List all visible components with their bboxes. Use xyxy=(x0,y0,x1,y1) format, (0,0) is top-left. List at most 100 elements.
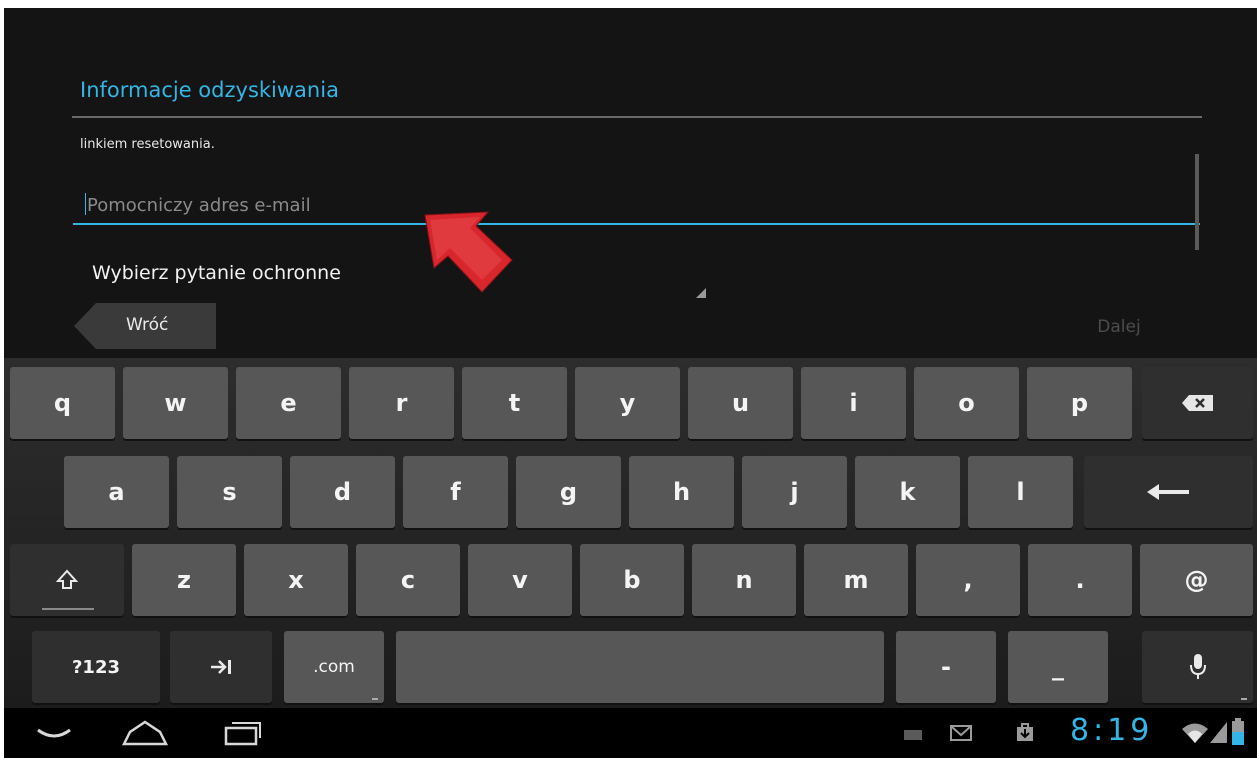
key-r[interactable]: r xyxy=(349,367,454,439)
key-label: w xyxy=(164,389,187,417)
key-label: s xyxy=(222,478,237,506)
key-label: c xyxy=(400,566,416,594)
key-label: l xyxy=(1016,478,1025,506)
key-l[interactable]: l xyxy=(968,456,1073,528)
voice-input-key[interactable] xyxy=(1142,631,1253,703)
backspace-icon xyxy=(1181,395,1213,411)
page-title: Informacje odzyskiwania xyxy=(80,78,339,102)
key-label: i xyxy=(849,389,858,417)
shift-icon xyxy=(55,569,79,589)
more-options-mark xyxy=(372,698,378,700)
pointer-arrow-icon xyxy=(424,211,513,293)
gmail-icon xyxy=(950,725,972,741)
shift-underline xyxy=(42,608,94,610)
key-v[interactable]: v xyxy=(468,544,572,616)
key-p[interactable]: p xyxy=(1027,367,1132,439)
back-button-label: Wróć xyxy=(126,315,169,335)
enter-icon xyxy=(1146,484,1189,500)
key-label: d xyxy=(333,478,352,506)
key-label: q xyxy=(53,389,72,417)
next-button[interactable]: Dalej xyxy=(1064,306,1174,348)
secondary-email-field[interactable] xyxy=(73,185,1200,225)
secondary-email-input[interactable] xyxy=(87,191,987,219)
wifi-icon xyxy=(1182,723,1208,743)
key-o[interactable]: o xyxy=(914,367,1019,439)
key-a[interactable]: a xyxy=(64,456,169,528)
key-g[interactable]: g xyxy=(516,456,621,528)
battery-icon xyxy=(1232,718,1244,745)
key-at[interactable]: @ xyxy=(1140,544,1253,616)
key-d[interactable]: d xyxy=(290,456,395,528)
backspace-key[interactable] xyxy=(1142,367,1253,439)
key-n[interactable]: n xyxy=(692,544,796,616)
key-u[interactable]: u xyxy=(688,367,793,439)
key-label: , xyxy=(963,566,973,594)
key-k[interactable]: k xyxy=(855,456,960,528)
key-b[interactable]: b xyxy=(580,544,684,616)
dropdown-indicator-icon[interactable] xyxy=(696,288,706,298)
key-label: r xyxy=(395,389,408,417)
key-label: - xyxy=(941,653,951,681)
key-label: _ xyxy=(1052,653,1064,681)
key-label: v xyxy=(512,566,528,594)
key-t[interactable]: t xyxy=(462,367,567,439)
key-h[interactable]: h xyxy=(629,456,734,528)
key-label: g xyxy=(559,478,578,506)
recent-apps-icon[interactable] xyxy=(218,718,262,748)
title-divider xyxy=(72,116,1202,118)
key-s[interactable]: s xyxy=(177,456,282,528)
key-c[interactable]: c xyxy=(356,544,460,616)
key-label: z xyxy=(177,566,191,594)
keyboard-status-icon xyxy=(904,730,922,740)
key-label: j xyxy=(790,478,799,506)
key-label: ?123 xyxy=(71,656,120,678)
download-icon xyxy=(1017,723,1033,741)
key-x[interactable]: x xyxy=(244,544,348,616)
more-options-mark xyxy=(1241,698,1247,700)
key-z[interactable]: z xyxy=(132,544,236,616)
key-label: k xyxy=(899,478,916,506)
key-m[interactable]: m xyxy=(804,544,908,616)
security-question-label[interactable]: Wybierz pytanie ochronne xyxy=(92,262,341,284)
on-screen-keyboard: q w e r t y u i o p a s d f g h j k l z … xyxy=(4,358,1257,708)
key-label: t xyxy=(508,389,521,417)
key-e[interactable]: e xyxy=(236,367,341,439)
key-label: @ xyxy=(1184,566,1209,594)
shift-key[interactable] xyxy=(10,544,124,616)
signal-icon xyxy=(1210,722,1227,743)
spacebar[interactable] xyxy=(396,631,884,703)
system-navigation-bar: 8:19 xyxy=(4,708,1257,758)
status-clock: 8:19 xyxy=(1070,713,1154,748)
tab-icon xyxy=(211,660,231,674)
helper-text: linkiem resetowania. xyxy=(80,137,215,152)
back-nav-icon[interactable] xyxy=(34,718,74,748)
tab-key[interactable] xyxy=(170,631,272,703)
enter-key[interactable] xyxy=(1084,456,1253,528)
key-label: o xyxy=(958,389,975,417)
key-y[interactable]: y xyxy=(575,367,680,439)
key-label: x xyxy=(288,566,304,594)
recovery-info-screen: Informacje odzyskiwania linkiem resetowa… xyxy=(4,8,1257,358)
symbols-key[interactable]: ?123 xyxy=(32,631,160,703)
key-q[interactable]: q xyxy=(10,367,115,439)
key-label: . xyxy=(1075,566,1085,594)
key-label: b xyxy=(623,566,641,594)
text-cursor xyxy=(85,193,86,215)
key-w[interactable]: w xyxy=(123,367,228,439)
scrollbar[interactable] xyxy=(1195,154,1199,250)
key-label: f xyxy=(450,478,461,506)
key-f[interactable]: f xyxy=(403,456,508,528)
home-nav-icon[interactable] xyxy=(120,718,170,748)
key-underscore[interactable]: _ xyxy=(1008,631,1108,703)
key-label: a xyxy=(108,478,125,506)
back-button[interactable]: Wróć xyxy=(74,303,216,349)
key-period[interactable]: . xyxy=(1028,544,1132,616)
key-dash[interactable]: - xyxy=(896,631,996,703)
key-comma[interactable]: , xyxy=(916,544,1020,616)
screen: Informacje odzyskiwania linkiem resetowa… xyxy=(0,0,1257,758)
key-label: h xyxy=(672,478,691,506)
key-label: n xyxy=(735,566,753,594)
key-j[interactable]: j xyxy=(742,456,847,528)
key-i[interactable]: i xyxy=(801,367,906,439)
dotcom-key[interactable]: .com xyxy=(284,631,384,703)
